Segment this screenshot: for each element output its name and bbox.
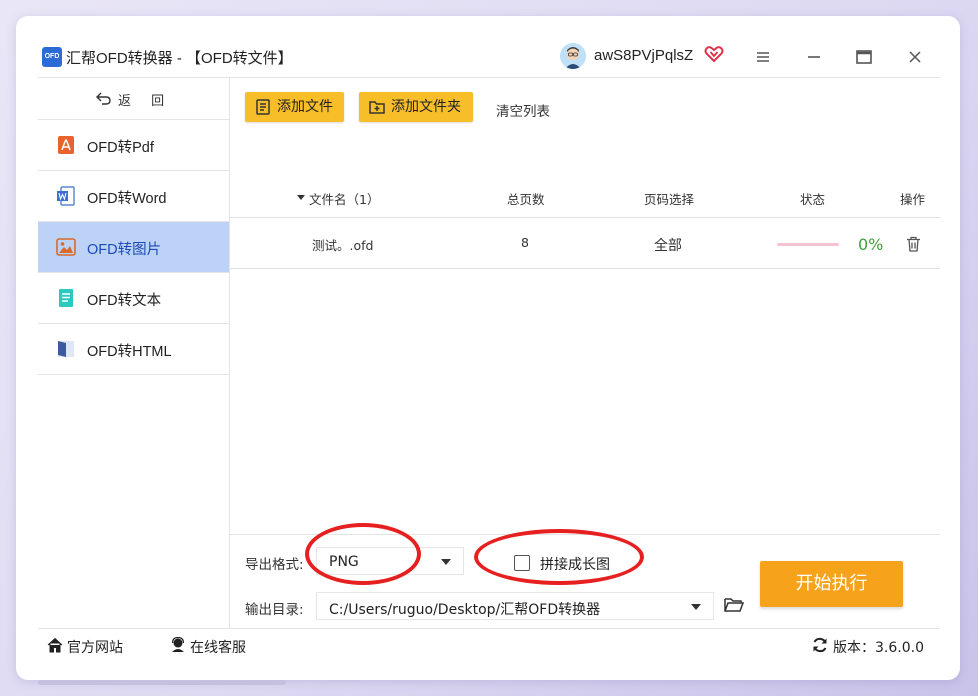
table-row[interactable]: 测试。.ofd 8 全部 0% — [230, 219, 940, 269]
menu-icon[interactable] — [752, 46, 774, 68]
sidebar-item-label: OFD转图片 — [87, 242, 162, 258]
official-website-link[interactable]: 官方网站 — [67, 637, 123, 657]
page-select-cell[interactable]: 全部 — [654, 235, 682, 255]
sidebar-item-label: OFD转文本 — [87, 293, 162, 309]
add-file-icon — [256, 99, 270, 115]
back-label: 返 回 — [118, 94, 173, 109]
add-folder-label: 添加文件夹 — [391, 99, 461, 115]
sort-caret-icon[interactable] — [296, 190, 306, 205]
sidebar: 返 回 OFD转Pdf OFD转Word OFD转图片 OFD转文本 OFD转H… — [38, 78, 230, 628]
sidebar-item-ofd-to-text[interactable]: OFD转文本 — [38, 273, 229, 324]
sidebar-item-ofd-to-html[interactable]: OFD转HTML — [38, 324, 229, 375]
taskbar-indicator — [38, 680, 286, 685]
add-folder-icon — [369, 101, 385, 114]
col-page-select: 页码选择 — [644, 192, 695, 207]
chevron-down-icon — [441, 559, 451, 565]
window-title: 汇帮OFD转换器 - 【OFD转文件】 — [66, 50, 293, 67]
app-window: OFD 汇帮OFD转换器 - 【OFD转文件】 awS8PVjPqlsZ 返 回… — [38, 38, 940, 660]
add-folder-button[interactable]: 添加文件夹 — [359, 92, 473, 122]
user-avatar[interactable] — [560, 43, 586, 69]
output-dir-label: 输出目录: — [245, 602, 304, 618]
sidebar-item-ofd-to-word[interactable]: OFD转Word — [38, 171, 229, 222]
table-header: 文件名（1） 总页数 页码选择 状态 操作 — [230, 178, 940, 218]
title-bar: OFD 汇帮OFD转换器 - 【OFD转文件】 awS8PVjPqlsZ — [38, 38, 940, 78]
back-button[interactable]: 返 回 — [38, 78, 229, 120]
clear-list-button[interactable]: 清空列表 — [496, 100, 550, 120]
annotation-circle — [474, 529, 644, 585]
output-dir-value: C:/Users/ruguo/Desktop/汇帮OFD转换器 — [329, 602, 601, 618]
refresh-icon — [813, 637, 827, 653]
col-status: 状态 — [800, 192, 826, 207]
file-name-cell: 测试。.ofd — [312, 238, 374, 253]
minimize-icon[interactable] — [803, 46, 825, 68]
col-action: 操作 — [900, 192, 926, 207]
format-label: 导出格式: — [245, 557, 304, 573]
version-label[interactable]: 版本：3.6.0.0 — [833, 637, 924, 657]
output-dir-select[interactable]: C:/Users/ruguo/Desktop/汇帮OFD转换器 — [316, 592, 714, 620]
delete-icon[interactable] — [906, 236, 921, 255]
sidebar-item-label: OFD转Pdf — [87, 140, 154, 156]
vip-heart-icon[interactable] — [704, 44, 724, 64]
col-file-name[interactable]: 文件名（1） — [309, 189, 379, 208]
username[interactable]: awS8PVjPqlsZ — [594, 47, 693, 64]
chevron-down-icon — [691, 604, 701, 610]
settings-panel: 导出格式: PNG 拼接成长图 输出目录: C:/Users/ruguo/Des… — [230, 523, 940, 628]
word-icon — [56, 186, 76, 206]
add-file-label: 添加文件 — [277, 99, 333, 115]
total-pages-cell: 8 — [521, 235, 529, 250]
annotation-circle — [305, 523, 421, 585]
sidebar-item-label: OFD转HTML — [87, 344, 172, 360]
html-icon — [56, 339, 76, 359]
add-file-button[interactable]: 添加文件 — [245, 92, 344, 122]
image-icon — [56, 237, 76, 257]
customer-service-icon — [171, 637, 185, 652]
start-button[interactable]: 开始执行 — [760, 561, 903, 607]
pdf-icon — [56, 135, 76, 155]
maximize-icon[interactable] — [853, 46, 875, 68]
browse-folder-icon[interactable] — [724, 597, 745, 617]
progress-percent: 0% — [858, 235, 884, 254]
app-logo-icon: OFD — [42, 47, 62, 67]
sidebar-item-ofd-to-pdf[interactable]: OFD转Pdf — [38, 120, 229, 171]
back-arrow-icon — [96, 91, 112, 109]
progress-bar — [777, 243, 839, 246]
col-total-pages: 总页数 — [507, 192, 545, 207]
close-icon[interactable] — [904, 46, 926, 68]
sidebar-item-ofd-to-image[interactable]: OFD转图片 — [38, 222, 229, 273]
footer: 官方网站 在线客服 版本：3.6.0.0 — [38, 628, 940, 660]
online-support-link[interactable]: 在线客服 — [190, 637, 246, 657]
text-icon — [56, 288, 76, 308]
sidebar-item-label: OFD转Word — [87, 191, 167, 207]
home-icon — [47, 637, 63, 653]
